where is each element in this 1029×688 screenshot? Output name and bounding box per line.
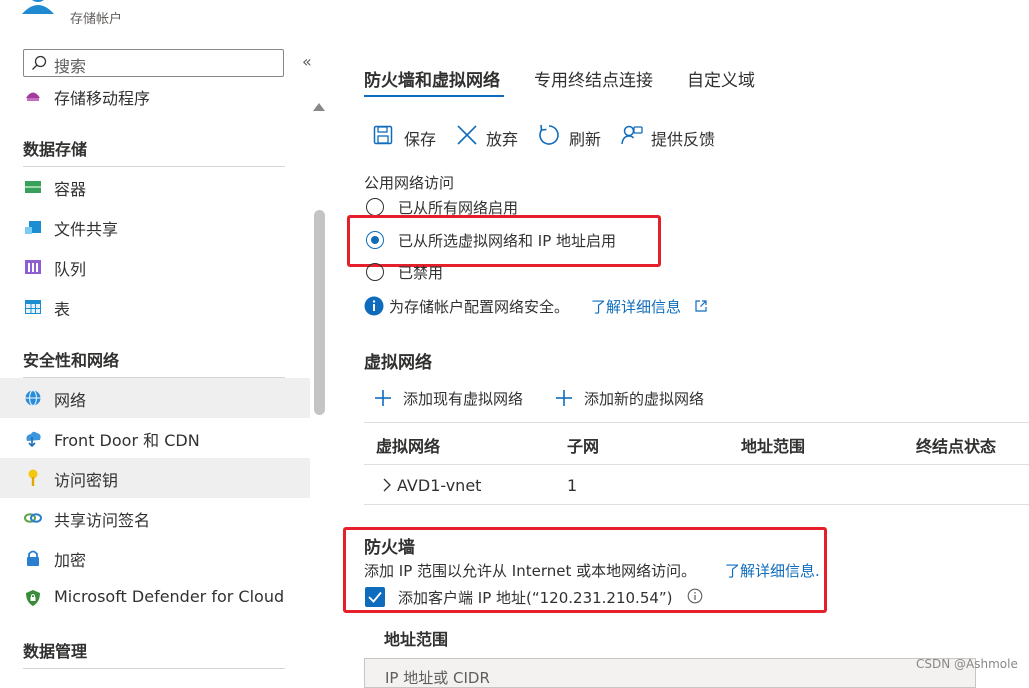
search-icon [31, 55, 47, 75]
sidebar-item-networking[interactable]: 网络 [0, 378, 310, 418]
vnet-table-top-border [364, 422, 1029, 423]
radio-circle [366, 198, 384, 216]
tooltip-info-icon[interactable] [687, 588, 703, 608]
info-icon [364, 296, 384, 320]
add-client-ip-label: 添加客户端 IP 地址(“120.231.210.54”) [398, 589, 673, 607]
sidebar-item-encryption[interactable]: 加密 [0, 538, 310, 578]
learn-more-link[interactable]: 了解详细信息 [591, 296, 681, 317]
chevron-right-icon[interactable] [382, 477, 392, 496]
sidebar-search-box[interactable]: 搜索 [23, 49, 284, 77]
add-new-label: 添加新的虚拟网络 [584, 390, 705, 408]
key-icon [24, 469, 42, 487]
address-range-label: 地址范围 [384, 630, 449, 649]
queue-icon [24, 258, 42, 276]
sidebar-item-defender[interactable]: Microsoft Defender for Cloud [0, 578, 310, 618]
feedback-label: 提供反馈 [651, 130, 716, 149]
lock-icon [24, 549, 42, 567]
sidebar-item-shared-access-signature[interactable]: 共享访问签名 [0, 498, 310, 538]
sidebar-item-label: 加密 [54, 551, 87, 570]
sidebar-item-storage-mover[interactable]: 存储移动程序 [0, 76, 310, 116]
tab-private-endpoints[interactable]: 专用终结点连接 [534, 66, 653, 91]
section-divider [23, 668, 285, 669]
sidebar-item-label: 网络 [54, 391, 87, 410]
add-existing-vnet-button[interactable]: 添加现有虚拟网络 [374, 388, 544, 410]
discard-label: 放弃 [486, 130, 519, 149]
search-input[interactable]: 搜索 [54, 53, 86, 77]
section-header-data-storage: 数据存储 [23, 140, 88, 159]
sidebar-item-access-keys[interactable]: 访问密钥 [0, 458, 310, 498]
address-range-input[interactable]: IP 地址或 CIDR [364, 658, 976, 688]
public-access-label: 公用网络访问 [364, 174, 455, 192]
sidebar-item-containers[interactable]: 容器 [0, 167, 310, 207]
vnet-name-cell: AVD1-vnet [397, 476, 482, 495]
radio-circle-checked [366, 231, 384, 249]
plus-icon [555, 389, 573, 411]
radio-label: 已从所选虚拟网络和 IP 地址启用 [398, 232, 617, 250]
section-header-data-management: 数据管理 [23, 642, 88, 661]
feedback-icon [621, 124, 643, 150]
sidebar-item-label: 共享访问签名 [54, 511, 151, 530]
plus-icon [374, 389, 392, 411]
radio-disabled[interactable]: 已禁用 [366, 262, 566, 284]
add-existing-label: 添加现有虚拟网络 [403, 390, 524, 408]
sidebar: 搜索 « 存储移动程序 数据存储 容器 文件共享 队列 表 安全性和网络 网络 … [0, 0, 330, 680]
col-header-vnet[interactable]: 虚拟网络 [376, 433, 440, 457]
refresh-icon [538, 124, 560, 150]
col-header-endpoint-status[interactable]: 终结点状态 [916, 433, 996, 457]
sidebar-scrollbar-thumb[interactable] [314, 210, 325, 415]
radio-selected-networks[interactable]: 已从所选虚拟网络和 IP 地址启用 [366, 230, 656, 252]
shield-icon [24, 589, 42, 607]
network-security-info: 为存储帐户配置网络安全。 [389, 298, 570, 316]
sidebar-item-tables[interactable]: 表 [0, 287, 310, 327]
save-label: 保存 [404, 130, 437, 149]
section-header-security-networking: 安全性和网络 [23, 351, 120, 370]
table-row[interactable]: AVD1-vnet 1 [364, 465, 1029, 505]
sidebar-item-label: 访问密钥 [54, 471, 119, 490]
sidebar-item-queues[interactable]: 队列 [0, 247, 310, 287]
sidebar-item-front-door-cdn[interactable]: Front Door 和 CDN [0, 418, 310, 458]
sidebar-item-label: Microsoft Defender for Cloud [54, 587, 285, 606]
sidebar-item-label: 存储移动程序 [54, 89, 151, 108]
subnet-count-cell: 1 [567, 476, 578, 495]
sidebar-item-label: 表 [54, 300, 71, 319]
table-icon [24, 298, 42, 316]
mover-icon [24, 87, 42, 105]
tab-active-underline [364, 95, 504, 97]
vnet-table-bottom-border [364, 504, 1029, 505]
sidebar-item-label: 队列 [54, 260, 87, 279]
col-header-address-range[interactable]: 地址范围 [741, 433, 805, 457]
save-icon [373, 125, 393, 149]
add-new-vnet-button[interactable]: 添加新的虚拟网络 [555, 388, 725, 410]
radio-circle [366, 263, 384, 281]
tab-custom-domain[interactable]: 自定义域 [687, 66, 755, 91]
add-client-ip-checkbox[interactable] [365, 587, 385, 607]
watermark: CSDN @Ashmole [916, 657, 1018, 671]
vnet-section-title: 虚拟网络 [364, 353, 432, 373]
firewall-description: 添加 IP 范围以允许从 Internet 或本地网络访问。 [364, 562, 697, 580]
close-icon [456, 124, 478, 150]
sidebar-item-label: 容器 [54, 180, 87, 199]
sidebar-item-label: 文件共享 [54, 220, 119, 239]
tab-firewalls-vnets[interactable]: 防火墙和虚拟网络 [364, 66, 500, 91]
firewall-section-title: 防火墙 [364, 538, 415, 558]
firewall-learn-more-link[interactable]: 了解详细信息. [725, 560, 820, 581]
file-share-icon [24, 218, 42, 236]
checkmark-icon [368, 591, 382, 603]
refresh-label: 刷新 [569, 130, 602, 149]
cdn-icon [24, 429, 42, 448]
collapse-sidebar-icon[interactable]: « [302, 52, 312, 71]
external-link-icon [694, 298, 708, 317]
sidebar-item-label: Front Door 和 CDN [54, 431, 200, 450]
col-header-subnet[interactable]: 子网 [567, 433, 599, 457]
link-icon [24, 509, 42, 527]
radio-label: 已禁用 [398, 264, 444, 282]
network-icon [24, 389, 42, 407]
sidebar-item-file-shares[interactable]: 文件共享 [0, 207, 310, 247]
container-icon [24, 178, 42, 196]
address-range-field[interactable]: IP 地址或 CIDR [385, 667, 490, 688]
